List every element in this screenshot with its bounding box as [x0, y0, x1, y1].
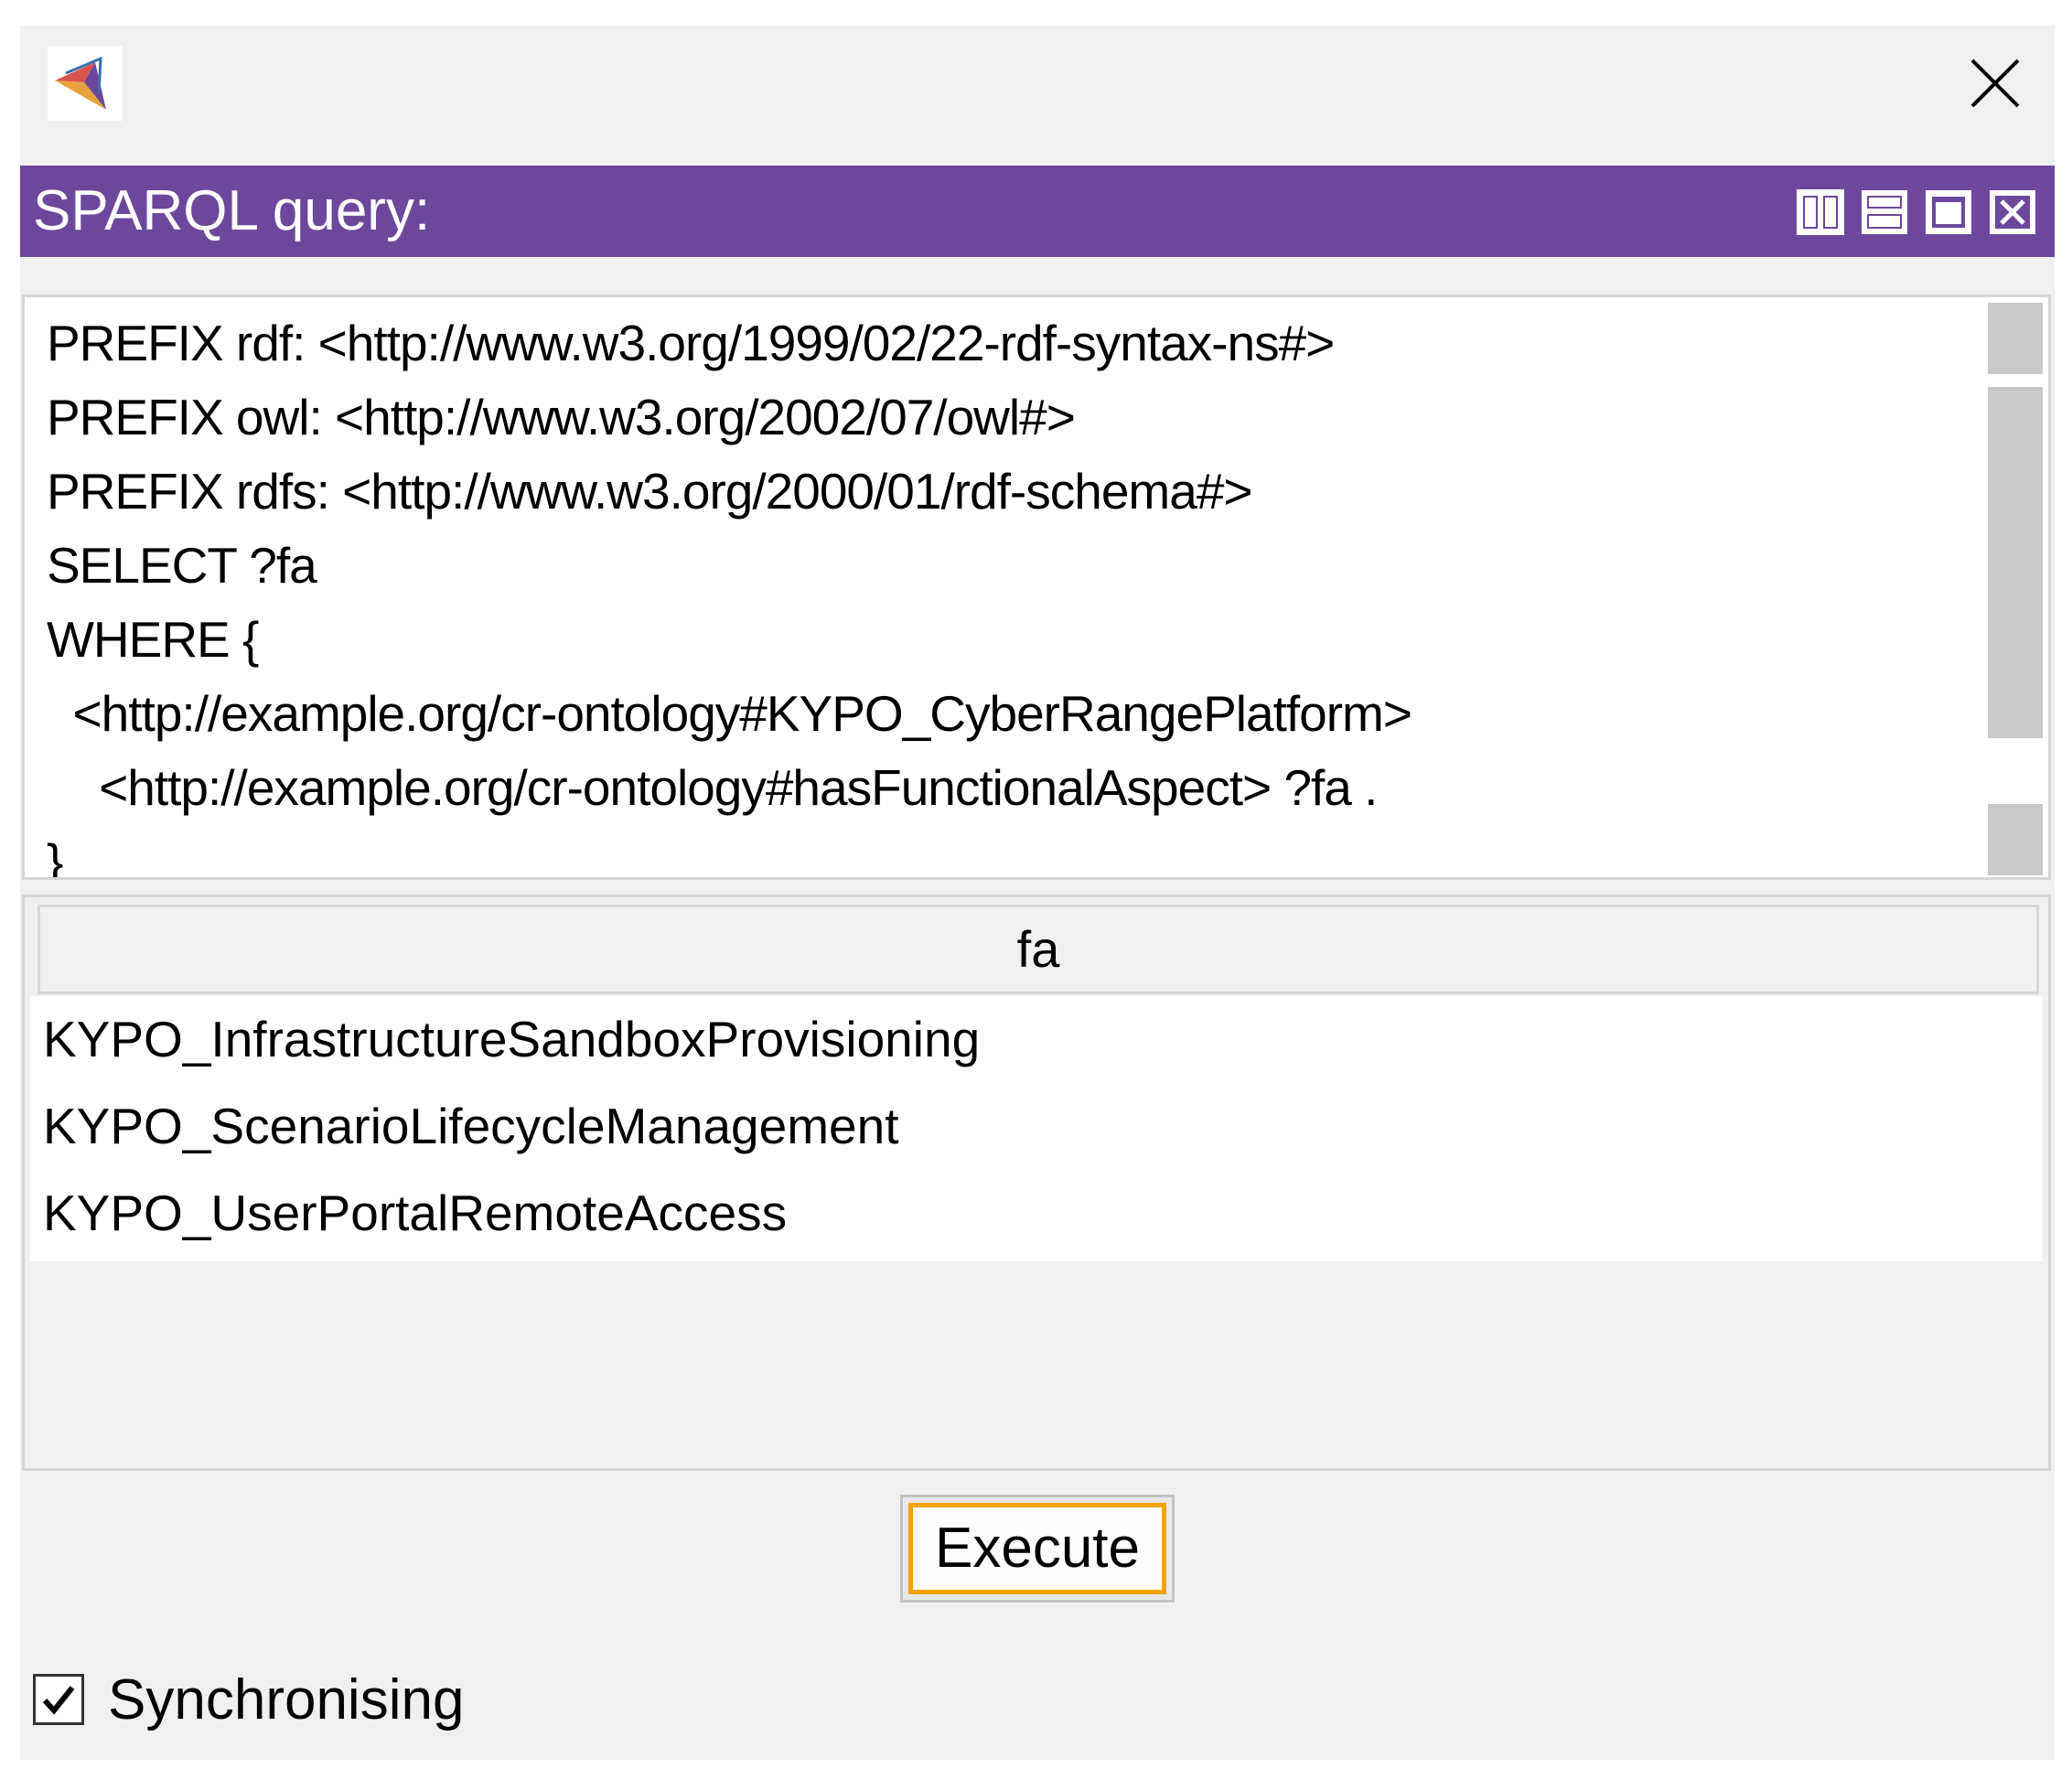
results-table: fa KYPO_InfrastructureSandboxProvisionin… [22, 895, 2051, 1471]
synchronising-label: Synchronising [108, 1667, 465, 1731]
view-controls [1795, 188, 2038, 237]
close-icon[interactable] [1963, 51, 2027, 115]
split-vertical-icon[interactable] [1795, 188, 1846, 237]
query-text[interactable]: PREFIX rdf: <http://www.w3.org/1999/02/2… [47, 306, 1412, 877]
scroll-thumb[interactable] [1988, 387, 2043, 738]
execute-button[interactable]: Execute [900, 1495, 1175, 1603]
scroll-down-button[interactable] [1988, 804, 2043, 875]
scroll-up-button[interactable] [1988, 303, 2043, 374]
column-header-fa[interactable]: fa [38, 905, 2039, 994]
window-titlebar [20, 26, 2055, 165]
execute-button-label: Execute [908, 1503, 1166, 1594]
table-row[interactable]: KYPO_ScenarioLifecycleManagement [43, 1083, 899, 1170]
close-view-icon[interactable] [1987, 188, 2038, 237]
results-body: KYPO_InfrastructureSandboxProvisioning K… [30, 996, 2043, 1261]
table-row[interactable]: KYPO_UserPortalRemoteAccess [43, 1170, 787, 1257]
table-row[interactable]: KYPO_InfrastructureSandboxProvisioning [43, 996, 980, 1083]
sparql-query-window: SPARQL query: PREFIX rdf: <http://www.w3… [20, 26, 2055, 1760]
protege-logo-icon [48, 46, 123, 121]
view-header: SPARQL query: [20, 166, 2055, 257]
maximize-view-icon[interactable] [1923, 188, 1974, 237]
split-horizontal-icon[interactable] [1859, 188, 1910, 237]
query-scrollbar[interactable] [1988, 303, 2043, 875]
checkmark-icon [42, 1686, 75, 1715]
view-title: SPARQL query: [33, 179, 431, 242]
query-editor[interactable]: PREFIX rdf: <http://www.w3.org/1999/02/2… [22, 295, 2051, 880]
synchronising-checkbox[interactable] [33, 1674, 84, 1725]
synchronising-option: Synchronising [33, 1663, 464, 1736]
